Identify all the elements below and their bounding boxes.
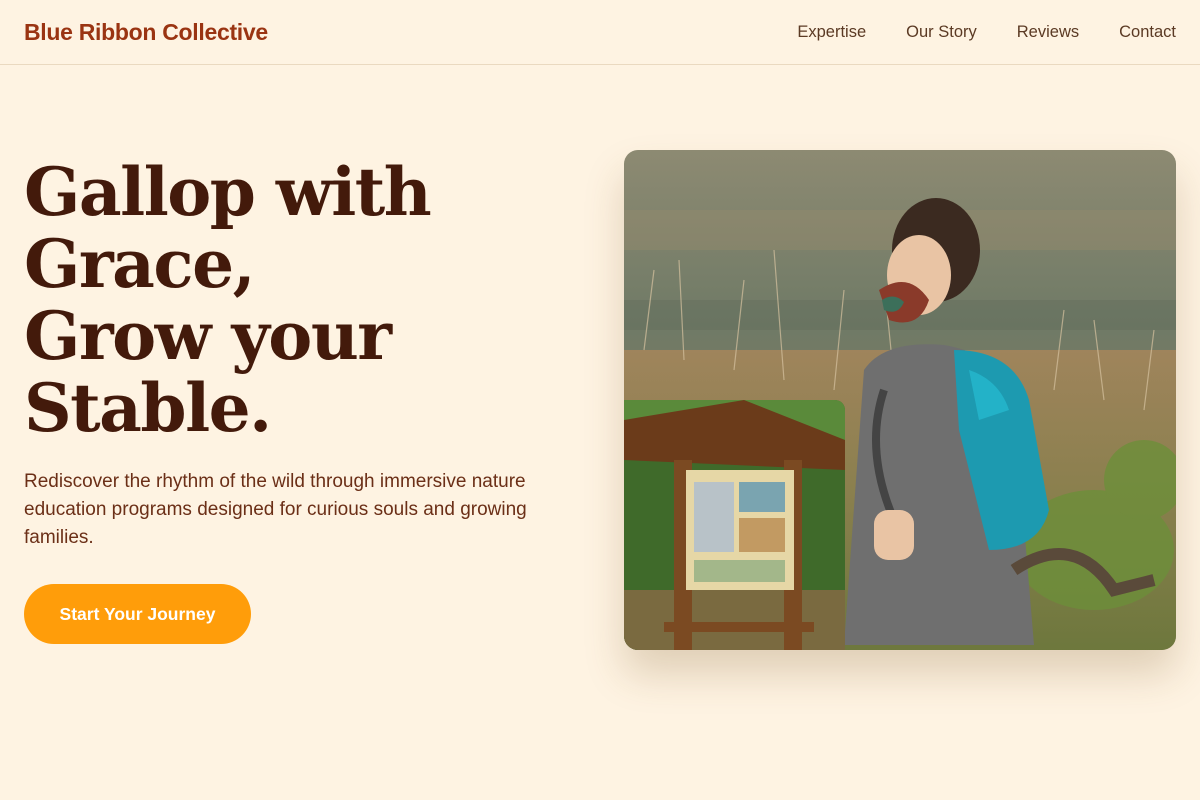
hero-title-line: Grace, xyxy=(24,225,256,303)
hero-title-line: Grow your xyxy=(24,297,392,375)
nav-link-reviews[interactable]: Reviews xyxy=(1017,23,1079,42)
hero-subtitle: Rediscover the rhythm of the wild throug… xyxy=(24,471,527,548)
hero-title-line: Stable. xyxy=(24,369,272,447)
brand-logo[interactable]: Blue Ribbon Collective xyxy=(24,19,268,46)
nav-link-our-story[interactable]: Our Story xyxy=(906,23,977,42)
trail-sign-photo xyxy=(624,400,845,650)
hero-title-line: Gallop with xyxy=(24,153,432,231)
hero-title: Gallop with Grace, Grow your Stable. xyxy=(24,156,584,444)
main-nav: Expertise Our Story Reviews Contact xyxy=(757,23,1176,42)
nav-link-contact[interactable]: Contact xyxy=(1119,23,1176,42)
hero-photo xyxy=(624,150,1176,650)
landing-page: Blue Ribbon Collective Expertise Our Sto… xyxy=(0,0,1200,800)
nav-link-expertise[interactable]: Expertise xyxy=(797,23,866,42)
start-journey-button[interactable]: Start Your Journey xyxy=(24,584,251,644)
site-header: Blue Ribbon Collective Expertise Our Sto… xyxy=(0,0,1200,65)
